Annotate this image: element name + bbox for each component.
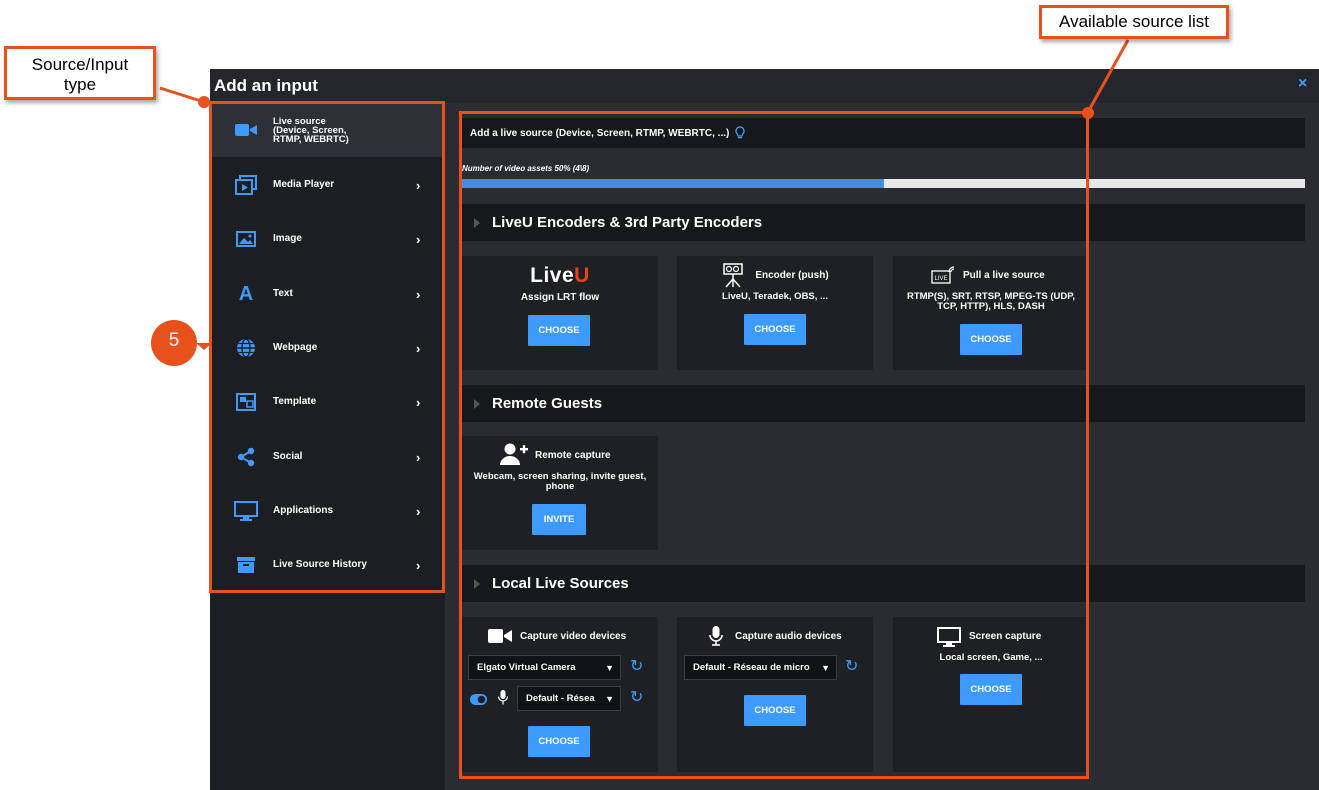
annotation-available-list: Available source list bbox=[1039, 5, 1229, 39]
annotation-connectors bbox=[151, 39, 1130, 366]
step-number-badge: 5 bbox=[168, 330, 180, 351]
annotation-source-type: Source/Input type bbox=[4, 46, 156, 100]
